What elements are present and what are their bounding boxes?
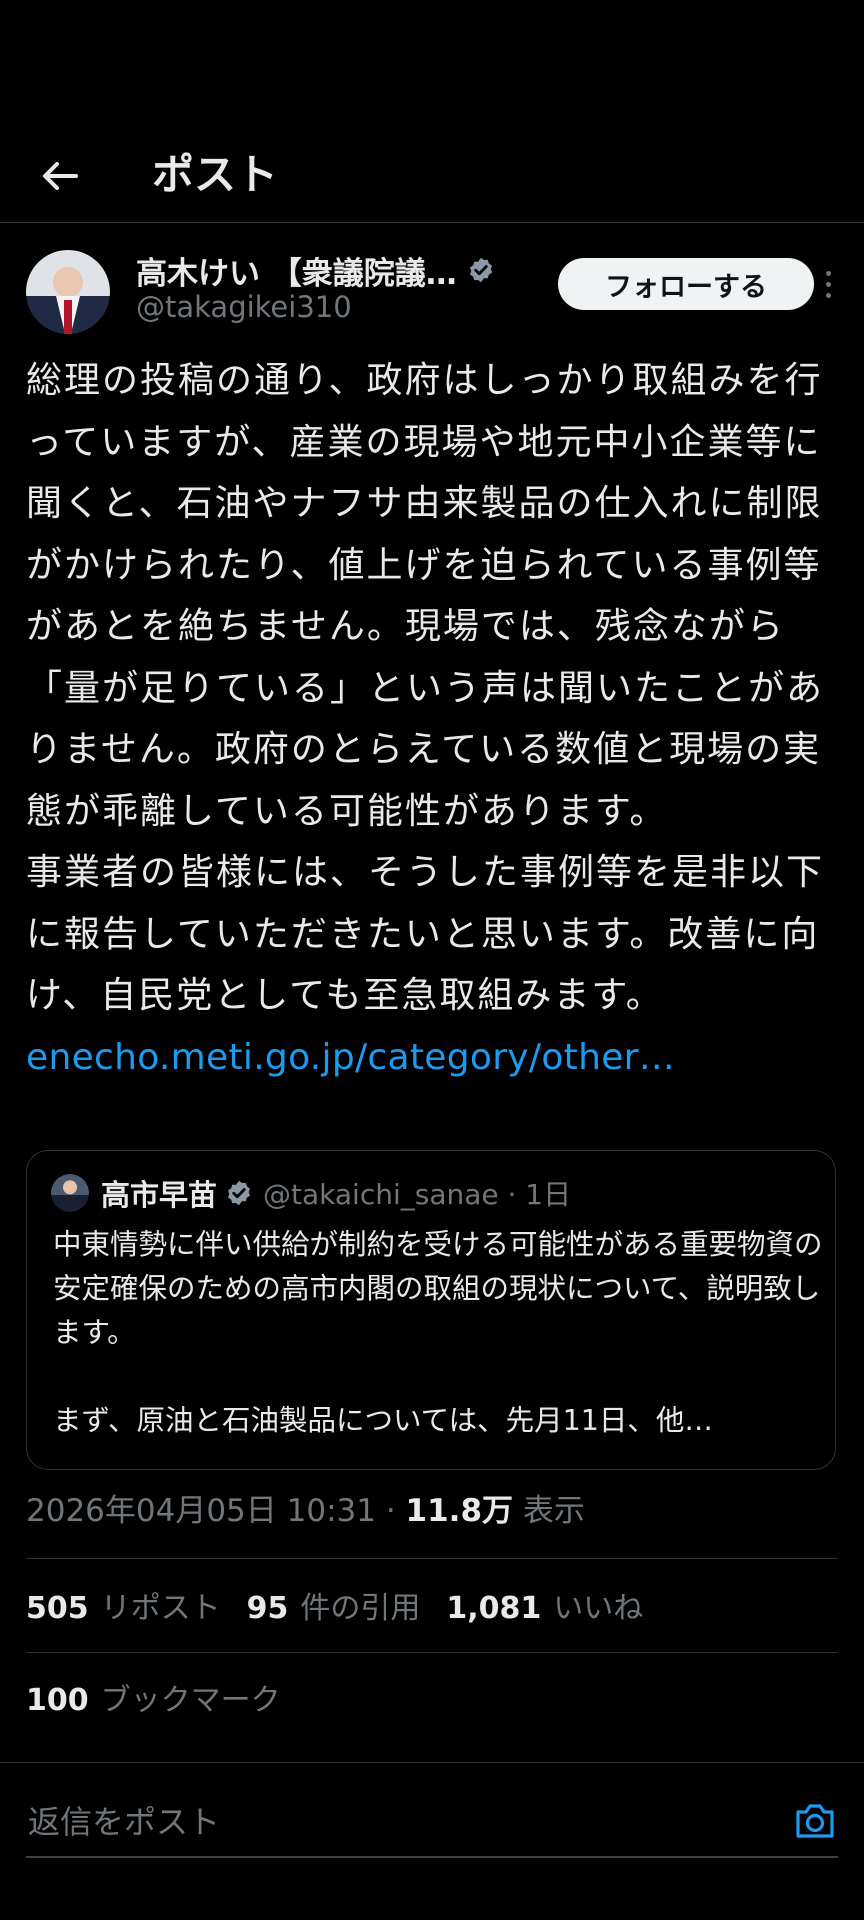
reply-underline bbox=[26, 1856, 838, 1858]
post-link[interactable]: enecho.meti.go.jp/category/other… bbox=[26, 1037, 675, 1078]
likes-label[interactable]: いいね bbox=[553, 1584, 643, 1634]
page-title: ポスト bbox=[152, 150, 279, 199]
camera-icon[interactable] bbox=[792, 1798, 838, 1844]
reply-input[interactable] bbox=[26, 1790, 770, 1854]
reposts-label[interactable]: リポスト bbox=[101, 1584, 221, 1634]
verified-badge-icon bbox=[469, 257, 492, 283]
views-label: 表示 bbox=[513, 1493, 585, 1529]
bookmarks-stat[interactable]: 100 ブックマーク bbox=[26, 1676, 307, 1726]
quoted-text-2: まず、原油と石油製品については、先月11日、他… bbox=[53, 1404, 713, 1437]
author-handle[interactable]: @takagikei310 bbox=[136, 290, 352, 324]
post-timestamp[interactable]: 2026年04月05日 10:31 · bbox=[26, 1493, 406, 1529]
post-meta: 2026年04月05日 10:31 · 11.8万 表示 bbox=[26, 1486, 585, 1536]
quotes-count[interactable]: 95 bbox=[247, 1584, 289, 1634]
arrow-left-icon bbox=[43, 162, 78, 190]
divider bbox=[26, 1558, 838, 1559]
post-paragraph-2: 事業者の皆様には、そうした事例等を是非以下に報告していただきたいと思います。改善… bbox=[26, 852, 825, 1016]
bookmarks-label: ブックマーク bbox=[100, 1683, 281, 1718]
bookmarks-count: 100 bbox=[26, 1683, 89, 1718]
author-display-name[interactable]: 高木けい 【衆議院議… bbox=[136, 248, 457, 293]
back-button[interactable] bbox=[36, 152, 84, 200]
follow-button[interactable]: フォローする bbox=[558, 258, 814, 310]
divider bbox=[26, 1652, 838, 1653]
avatar[interactable] bbox=[26, 250, 110, 334]
quoted-author-handle: @takaichi_sanae · 1日 bbox=[263, 1178, 572, 1211]
author-row: 高木けい 【衆議院議… @takagikei310 フォローする bbox=[26, 248, 838, 338]
likes-count[interactable]: 1,081 bbox=[446, 1584, 541, 1634]
engagement-stats: 505 リポスト 95 件の引用 1,081 いいね bbox=[26, 1584, 669, 1634]
reply-composer bbox=[26, 1790, 838, 1854]
quoted-post-header: 高市早苗 @takaichi_sanae · 1日 bbox=[51, 1173, 571, 1213]
more-options-icon[interactable] bbox=[816, 262, 840, 306]
top-header: ポスト bbox=[0, 130, 864, 223]
post-text: 総理の投稿の通り、政府はしっかり取組みを行っていますが、産業の現場や地元中小企業… bbox=[26, 350, 842, 1088]
reposts-count[interactable]: 505 bbox=[26, 1584, 89, 1634]
post-paragraph-1: 総理の投稿の通り、政府はしっかり取組みを行っていますが、産業の現場や地元中小企業… bbox=[26, 360, 825, 832]
quoted-text-1: 中東情勢に伴い供給が制約を受ける可能性がある重要物資の安定確保のための高市内閣の… bbox=[53, 1228, 823, 1349]
author-name-line[interactable]: 高木けい 【衆議院議… bbox=[136, 248, 495, 292]
views-count: 11.8万 bbox=[405, 1493, 514, 1529]
quoted-post-text: 中東情勢に伴い供給が制約を受ける可能性がある重要物資の安定確保のための高市内閣の… bbox=[53, 1223, 823, 1443]
quoted-author-name: 高市早苗 bbox=[101, 1178, 218, 1212]
quotes-label[interactable]: 件の引用 bbox=[300, 1584, 420, 1634]
quoted-post[interactable]: 高市早苗 @takaichi_sanae · 1日 中東情勢に伴い供給が制約を受… bbox=[26, 1150, 836, 1470]
status-bar bbox=[0, 0, 864, 130]
verified-badge-icon bbox=[228, 1180, 250, 1206]
quoted-avatar bbox=[51, 1174, 89, 1212]
divider bbox=[0, 1762, 864, 1763]
